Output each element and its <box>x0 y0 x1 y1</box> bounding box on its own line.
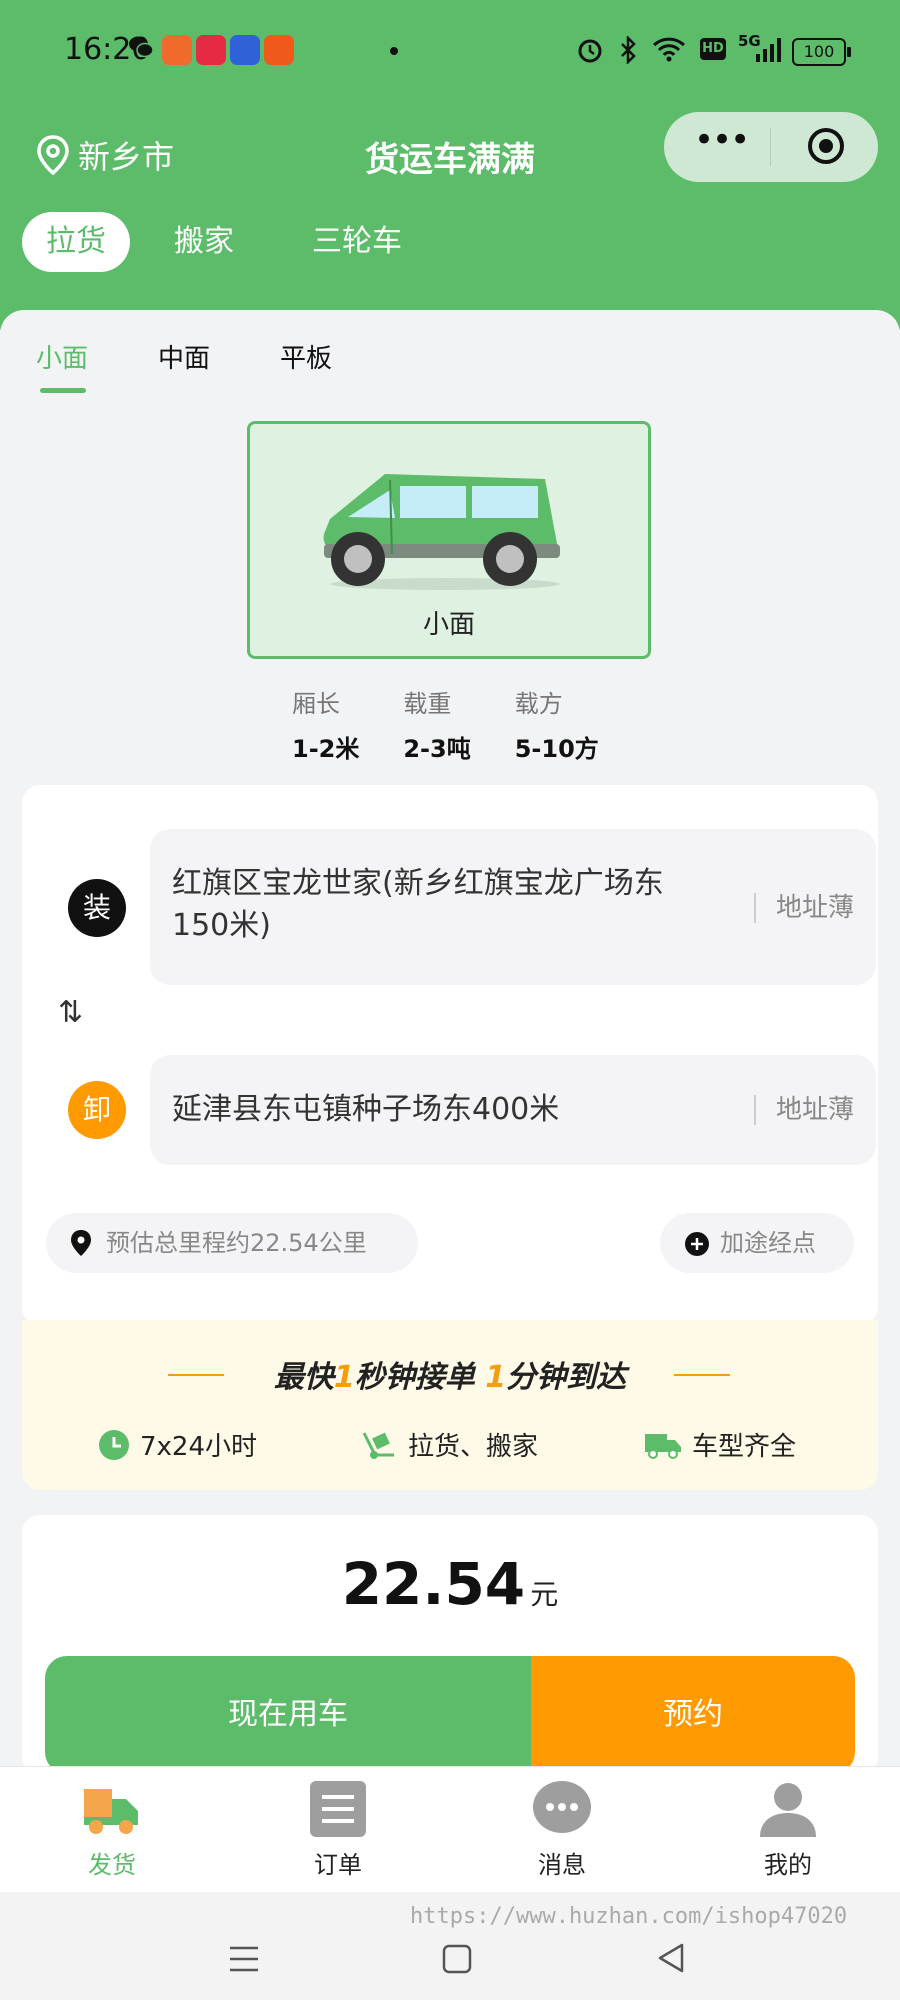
load-address-book-button[interactable]: 地址薄 <box>753 893 854 923</box>
wechat-icon <box>129 36 154 58</box>
spec-value: 2-3吨 <box>403 735 471 763</box>
more-menu-button[interactable]: ••• <box>694 123 750 160</box>
hand-truck-icon <box>362 1431 394 1459</box>
user-icon <box>760 1783 816 1837</box>
promo-banner: 最快1秒钟接单 1分钟到达 7x24小时 拉货、搬家 车型齐全 <box>22 1320 878 1490</box>
tab-profile[interactable]: 我的 <box>728 1779 848 1880</box>
feature-label: 7x24小时 <box>140 1432 258 1462</box>
distance-text: 预估总里程约22.54公里 <box>106 1229 367 1257</box>
unload-address: 延津县东屯镇种子场东400米 <box>172 1092 560 1127</box>
tab-orders[interactable]: 订单 <box>278 1779 398 1880</box>
hd-indicator: HD <box>700 38 726 60</box>
vehicle-tabs: 小面 中面 平板 <box>36 338 332 393</box>
add-stop-label: 加途经点 <box>720 1229 816 1257</box>
promo-headline: 最快1秒钟接单 1分钟到达 <box>22 1352 878 1396</box>
route-card: 装 红旗区宝龙世家(新乡红旗宝龙广场东150米) 地址薄 ⇅ 卸 延津县东屯镇种… <box>22 785 878 1325</box>
van-icon <box>323 474 560 590</box>
plus-circle-icon <box>685 1232 709 1256</box>
capsule-divider <box>770 128 771 166</box>
spec-label: 载方 <box>514 690 563 718</box>
price-unit: 元 <box>530 1578 559 1611</box>
close-miniapp-button[interactable] <box>808 128 844 164</box>
bottom-tab-bar: 发货 订单 消息 我的 <box>0 1766 900 1893</box>
watermark-text: https://www.huzhan.com/ishop47020 <box>410 1904 848 1929</box>
add-stop-button[interactable]: 加途经点 <box>660 1213 854 1273</box>
promo-highlight: 1 <box>333 1360 355 1395</box>
orders-icon <box>310 1781 366 1837</box>
redbook-icon <box>196 35 226 65</box>
load-address-field[interactable]: 红旗区宝龙世家(新乡红旗宝龙广场东150米) 地址薄 <box>150 829 876 985</box>
promo-highlight: 1 <box>485 1360 507 1395</box>
spec-label: 厢长 <box>292 690 340 718</box>
bluetooth-icon <box>621 36 636 64</box>
promo-text: 最快 <box>273 1360 334 1395</box>
promo-text: 分钟到达 <box>506 1360 627 1395</box>
feature-label: 拉货、搬家 <box>408 1432 539 1462</box>
truck-icon <box>645 1433 681 1459</box>
tab-label: 订单 <box>314 1851 362 1879</box>
wifi-icon <box>652 37 686 62</box>
app-notify-icon <box>162 35 192 65</box>
tab-medium-van[interactable]: 中面 <box>158 338 210 375</box>
nav-bar: 新乡市 货运车满满 ••• <box>0 108 900 198</box>
swap-icon[interactable]: ⇅ <box>58 995 83 1030</box>
use-now-button[interactable]: 现在用车 <box>45 1656 531 1774</box>
feature-all-types: 车型齐全 <box>644 1426 796 1463</box>
spec-volume: 载方 5-10方 <box>515 684 599 764</box>
tab-cargo[interactable]: 拉货 <box>22 212 130 272</box>
promo-divider-right <box>674 1374 730 1376</box>
vehicle-name: 小面 <box>422 610 475 640</box>
tab-ship[interactable]: 发货 <box>52 1779 172 1880</box>
tab-tricycle[interactable]: 三轮车 <box>288 212 426 272</box>
spec-label: 载重 <box>403 690 452 718</box>
tab-label: 消息 <box>538 1851 586 1879</box>
main-tabs: 拉货 搬家 三轮车 <box>22 212 456 272</box>
promo-text: 秒钟接单 <box>354 1360 486 1395</box>
app-notify-icon <box>230 35 260 65</box>
chat-bubble-icon <box>533 1781 591 1833</box>
unload-address-book-button[interactable]: 地址薄 <box>753 1095 854 1125</box>
price-display: 22.54 元 <box>0 1550 900 1618</box>
system-nav-bar: https://www.huzhan.com/ishop47020 <box>0 1892 900 2000</box>
load-badge: 装 <box>68 879 126 937</box>
signal-icon <box>756 38 781 62</box>
clock-icon <box>99 1429 129 1460</box>
load-address: 红旗区宝龙世家(新乡红旗宝龙广场东150米) <box>172 866 664 943</box>
tab-messages[interactable]: 消息 <box>502 1779 622 1880</box>
home-nav-icon[interactable] <box>442 1944 472 1974</box>
location-pin-icon <box>71 1230 91 1256</box>
more-notifications-dot <box>390 47 398 55</box>
delivery-truck-icon <box>84 1789 138 1834</box>
reserve-button[interactable]: 预约 <box>531 1656 855 1774</box>
vehicle-card[interactable]: 小面 <box>247 421 651 659</box>
tab-label: 发货 <box>88 1851 136 1879</box>
feature-label: 车型齐全 <box>692 1432 797 1462</box>
tab-label: 我的 <box>764 1851 812 1879</box>
spec-value: 5-10方 <box>514 735 599 763</box>
price-amount: 22.54 <box>341 1550 526 1618</box>
taobao-icon <box>264 35 294 65</box>
tab-moving[interactable]: 搬家 <box>150 212 258 272</box>
unload-badge: 卸 <box>68 1081 126 1139</box>
battery-icon: 100 <box>792 38 851 66</box>
miniapp-capsule: ••• <box>664 112 878 182</box>
back-nav-icon[interactable] <box>656 1942 686 1974</box>
unload-address-field[interactable]: 延津县东屯镇种子场东400米 地址薄 <box>150 1055 876 1165</box>
alarm-icon <box>578 39 602 63</box>
spec-load: 载重 2-3吨 <box>403 684 470 764</box>
distance-pill: 预估总里程约22.54公里 <box>46 1213 418 1273</box>
feature-24h: 7x24小时 <box>98 1426 257 1463</box>
tab-flatbed[interactable]: 平板 <box>280 338 332 375</box>
vehicle-specs: 厢长 1-2米 载重 2-3吨 载方 5-10方 <box>292 684 599 764</box>
tab-small-van[interactable]: 小面 <box>36 338 88 393</box>
feature-cargo-moving: 拉货、搬家 <box>360 1426 538 1463</box>
menu-nav-icon[interactable] <box>228 1944 260 1974</box>
spec-length: 厢长 1-2米 <box>292 684 359 764</box>
spec-value: 1-2米 <box>292 735 360 763</box>
status-bar: 16:20 HD 5G 100 <box>0 0 900 100</box>
